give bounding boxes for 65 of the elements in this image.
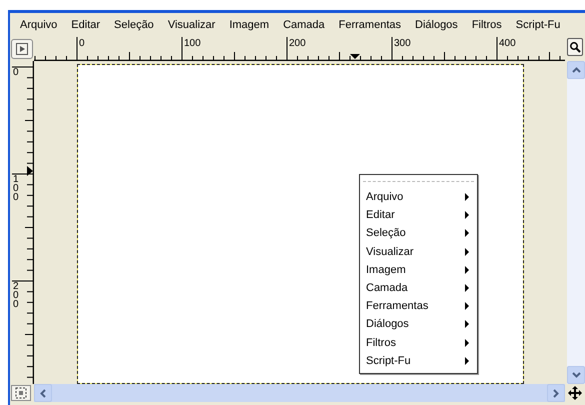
menu-item[interactable]: Visualizar	[168, 19, 216, 31]
menu-item-label: Arquivo	[366, 191, 404, 204]
menu-item-label: Filtros	[366, 336, 396, 349]
menu-item-label: Camada	[366, 282, 408, 294]
menu-item[interactable]: Visualizar	[360, 242, 477, 261]
ruler-label: 200	[13, 282, 20, 309]
menu-item-label: Editar	[366, 209, 395, 222]
submenu-arrow-icon	[465, 302, 469, 310]
menu-item-label: Imagem	[366, 264, 406, 276]
menu-item[interactable]: Editar	[71, 19, 100, 31]
chevron-up-icon	[572, 67, 580, 73]
menu-item-label: Seleção	[366, 227, 406, 240]
menu-item[interactable]: Camada	[283, 19, 325, 31]
submenu-arrow-icon	[465, 266, 469, 274]
scroll-right-button[interactable]	[547, 384, 565, 402]
scroll-up-button[interactable]	[567, 61, 585, 79]
menu-item[interactable]: Ferramentas	[360, 297, 477, 316]
ruler-label: 100	[13, 175, 20, 202]
menu-item[interactable]: Editar	[360, 206, 477, 224]
menu-item[interactable]: Script-Fu	[516, 19, 560, 31]
menu-item[interactable]: Filtros	[472, 19, 502, 31]
scroll-down-button[interactable]	[567, 366, 585, 384]
submenu-arrow-icon	[465, 320, 469, 328]
move-icon[interactable]	[568, 386, 582, 400]
menu-item[interactable]: Imagem	[229, 19, 270, 31]
ruler-label: 0	[13, 68, 20, 77]
horizontal-scrollbar[interactable]	[34, 384, 565, 402]
menu-item-label: Visualizar	[366, 246, 414, 258]
menu-item[interactable]: Imagem	[360, 260, 477, 279]
scroll-left-button[interactable]	[34, 384, 52, 402]
submenu-arrow-icon	[465, 193, 469, 202]
menu-item[interactable]: Arquivo	[360, 188, 477, 206]
submenu-arrow-icon	[465, 284, 469, 292]
chevron-right-icon	[553, 388, 559, 398]
menu-item[interactable]: Script-Fu	[360, 352, 477, 370]
menu-item-label: Diálogos	[366, 318, 409, 330]
ruler-label: 100	[184, 39, 201, 49]
submenu-arrow-icon	[465, 211, 469, 220]
navigate-icon	[15, 387, 27, 399]
menu-item[interactable]: Arquivo	[20, 19, 58, 31]
menu-item-label: Ferramentas	[366, 300, 428, 312]
submenu-arrow-icon	[465, 229, 469, 238]
menu-item-label: Script-Fu	[366, 354, 411, 367]
play-icon	[16, 43, 28, 55]
menu-item[interactable]: Diálogos	[360, 315, 477, 334]
navigate-button[interactable]	[11, 385, 31, 401]
submenu-arrow-icon	[465, 248, 469, 256]
menu-item[interactable]: Seleção	[360, 224, 477, 243]
ruler-label: 300	[394, 39, 411, 49]
menu-item[interactable]: Filtros	[360, 334, 477, 352]
menu-item[interactable]: Seleção	[114, 19, 154, 31]
menu-item[interactable]: Ferramentas	[338, 19, 401, 31]
menu-item[interactable]: Camada	[360, 278, 477, 298]
zoom-button[interactable]	[567, 38, 583, 56]
ruler-label: 400	[499, 39, 516, 49]
search-icon	[569, 41, 581, 53]
menu-toggle-button[interactable]	[11, 39, 33, 59]
submenu-arrow-icon	[465, 338, 469, 347]
submenu-arrow-icon	[465, 356, 469, 365]
chevron-left-icon	[40, 388, 46, 398]
menu-item[interactable]: Diálogos	[415, 19, 458, 31]
vertical-scrollbar[interactable]	[567, 61, 585, 384]
ruler-label: 200	[289, 39, 306, 49]
ruler-label: 0	[79, 39, 85, 49]
chevron-down-icon	[572, 372, 580, 378]
